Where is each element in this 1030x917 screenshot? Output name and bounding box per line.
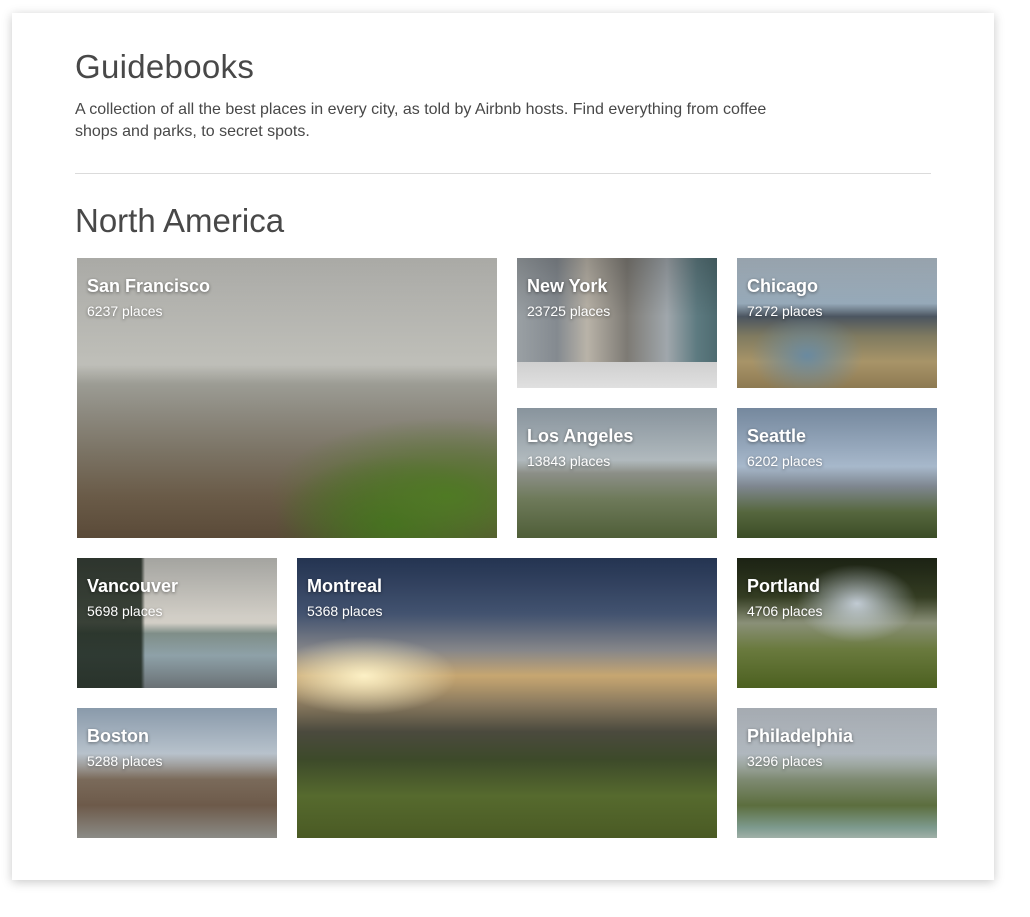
places-count: 7272 places [747, 303, 823, 319]
guide-tile-portland[interactable]: Portland 4706 places [737, 558, 937, 688]
places-count: 13843 places [527, 453, 611, 469]
places-count: 23725 places [527, 303, 611, 319]
city-name: San Francisco [87, 276, 211, 296]
page-description: A collection of all the best places in e… [75, 101, 767, 140]
places-count: 6237 places [87, 303, 163, 319]
places-count: 5368 places [307, 603, 383, 619]
places-count: 3296 places [747, 753, 823, 769]
guide-tile-seattle[interactable]: Seattle 6202 places [737, 408, 937, 538]
places-count: 4706 places [747, 603, 823, 619]
guidebooks-card: Guidebooks A collection of all the best … [12, 13, 994, 880]
city-name: Philadelphia [747, 726, 854, 746]
places-count: 6202 places [747, 453, 823, 469]
guide-tile-montreal[interactable]: Montreal 5368 places [297, 558, 717, 838]
guide-tile-chicago[interactable]: Chicago 7272 places [737, 258, 937, 388]
guide-tile-new-york[interactable]: New York 23725 places [517, 258, 717, 388]
guide-tile-vancouver[interactable]: Vancouver 5698 places [77, 558, 277, 688]
city-name: Portland [747, 576, 821, 596]
places-count: 5288 places [87, 753, 163, 769]
city-name: Vancouver [87, 576, 179, 596]
page-title: Guidebooks [75, 48, 255, 85]
divider [75, 173, 931, 174]
city-name: Montreal [307, 576, 383, 596]
city-name: Los Angeles [527, 426, 634, 446]
places-count: 5698 places [87, 603, 163, 619]
guide-tile-boston[interactable]: Boston 5288 places [77, 708, 277, 838]
guide-tile-san-francisco[interactable]: San Francisco 6237 places [77, 258, 497, 538]
region-title: North America [75, 202, 285, 239]
guide-tile-los-angeles[interactable]: Los Angeles 13843 places [517, 408, 717, 538]
city-name: Boston [87, 726, 149, 746]
city-name: New York [527, 276, 608, 296]
city-name: Seattle [747, 426, 807, 446]
guide-tile-philadelphia[interactable]: Philadelphia 3296 places [737, 708, 937, 838]
city-name: Chicago [747, 276, 819, 296]
